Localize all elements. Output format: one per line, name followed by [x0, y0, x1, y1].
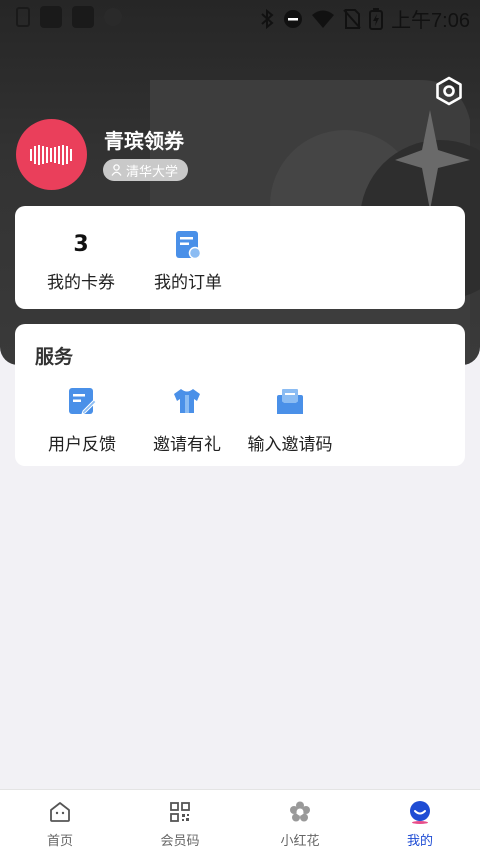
service-invite-gift[interactable]: 邀请有礼 — [132, 386, 242, 455]
services-title: 服务 — [35, 346, 74, 368]
feedback-label: 用户反馈 — [48, 435, 116, 455]
invite-gift-label: 邀请有礼 — [153, 435, 221, 455]
notification-icon — [40, 6, 62, 28]
no-sim-icon — [343, 8, 361, 29]
nav-home[interactable]: 首页 — [0, 790, 120, 853]
coupon-label: 我的卡券 — [47, 273, 115, 293]
invite-code-label: 输入邀请码 — [247, 435, 333, 455]
gift-shirt-icon — [174, 389, 200, 413]
qr-code-icon — [170, 802, 190, 822]
nav-little-flower-label: 小红花 — [280, 834, 320, 849]
flower-icon — [290, 801, 310, 822]
service-enter-invite-code[interactable]: 输入邀请码 — [235, 386, 345, 455]
profile-icon — [410, 801, 430, 824]
user-name: 青瑸领券 — [104, 129, 184, 153]
nav-mine[interactable]: 我的 — [360, 790, 480, 853]
nav-mine-label: 我的 — [406, 834, 433, 849]
settings-hexagon-icon[interactable] — [434, 76, 464, 106]
feedback-icon — [69, 388, 97, 415]
battery-charging-icon — [369, 7, 384, 30]
bluetooth-icon — [261, 8, 274, 29]
my-orders[interactable]: 我的订单 — [140, 230, 236, 293]
service-feedback[interactable]: 用户反馈 — [27, 386, 137, 455]
status-bar: 上午7:06 — [0, 0, 480, 34]
nav-little-flower[interactable]: 小红花 — [240, 790, 360, 853]
status-time: 上午7:06 — [391, 10, 470, 32]
order-document-icon — [176, 231, 201, 260]
school-badge: 清华大学 — [103, 159, 189, 181]
school-name: 清华大学 — [126, 164, 179, 180]
nav-home-label: 首页 — [46, 834, 73, 849]
home-icon — [50, 802, 70, 822]
user-icon — [111, 164, 122, 176]
wifi-icon — [312, 10, 335, 28]
coupon-count: 3 — [73, 232, 89, 257]
do-not-disturb-icon — [284, 9, 303, 28]
nav-member-code-label: 会员码 — [160, 834, 200, 849]
notification-dot-icon — [104, 8, 122, 26]
stats-card: 3 我的卡券 我的订单 — [15, 206, 465, 309]
bottom-navigation: 首页 会员码 小红花 我的 — [0, 789, 480, 853]
order-label: 我的订单 — [154, 273, 222, 293]
services-card: 服务 用户反馈 邀请有礼 输入邀请码 — [15, 324, 465, 466]
invite-envelope-icon — [277, 389, 303, 414]
nav-member-code[interactable]: 会员码 — [120, 790, 240, 853]
phone-icon — [16, 7, 30, 27]
notification-icon — [72, 6, 94, 28]
my-coupons[interactable]: 3 我的卡券 — [33, 230, 129, 293]
avatar-logo-icon — [29, 144, 72, 165]
avatar[interactable] — [16, 119, 87, 190]
